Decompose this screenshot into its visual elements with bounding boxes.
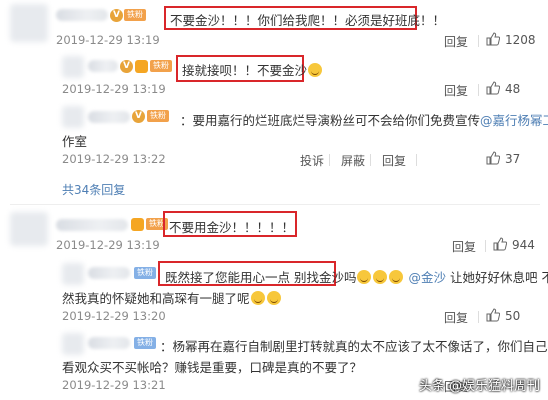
verified-icon: V (120, 60, 133, 73)
username[interactable] (56, 9, 108, 21)
comment-text: 不要用金沙！！！！！ (169, 220, 295, 235)
comment-text: 既然接了您能用心一点 别找金沙吗 @金沙 让她好好休息吧 不 (165, 267, 548, 286)
reply-button[interactable]: 回复 (382, 152, 406, 169)
mention-link[interactable]: @金沙 (408, 270, 446, 285)
divider (478, 84, 479, 96)
reply-count-link[interactable]: 共34条回复 (62, 181, 125, 198)
comment-text-content: ：要用嘉行的烂班底烂导演粉丝可不会给你们免费宣传 (180, 113, 481, 128)
divider (485, 240, 486, 252)
username[interactable] (88, 267, 130, 279)
thumbs-up-icon[interactable] (486, 151, 500, 165)
laugh-emoji-icon (373, 270, 388, 284)
divider (478, 311, 479, 323)
comment-text-line2: 然我真的怀疑她和高琛有一腿了呢 (62, 288, 282, 307)
member-icon (131, 218, 144, 231)
laugh-emoji-icon (266, 291, 281, 305)
fan-badge: 铁粉 (147, 110, 169, 122)
comment-text: ：要用嘉行的烂班底烂导演粉丝可不会给你们免费宣传@嘉行杨幂工 (180, 110, 548, 129)
like-count: 50 (505, 309, 521, 323)
like-count: 37 (505, 152, 521, 166)
avatar[interactable] (10, 212, 48, 246)
verified-icon: V (110, 9, 123, 22)
thumbs-up-icon[interactable] (493, 237, 507, 251)
divider (478, 35, 479, 47)
timestamp: 2019-12-29 13:21 (62, 378, 166, 392)
like-count: 944 (512, 238, 535, 252)
verified-icon: V (132, 110, 145, 123)
comment-text: 接就接呗！！不要金沙 (182, 60, 323, 79)
comment-text: 不要金沙！！！你们给我爬！！必须是好班底！！ (170, 13, 446, 28)
timestamp: 2019-12-29 13:19 (62, 82, 166, 96)
avatar[interactable] (62, 333, 84, 355)
username[interactable] (56, 219, 128, 231)
section-divider (10, 204, 540, 205)
timestamp: 2019-12-29 13:22 (62, 152, 166, 166)
laugh-emoji-icon (357, 270, 372, 284)
thumbs-up-icon[interactable] (486, 308, 500, 322)
report-button[interactable]: 投诉 (300, 152, 324, 169)
avatar[interactable] (62, 106, 84, 128)
divider (416, 154, 417, 166)
avatar[interactable] (62, 263, 84, 285)
fan-badge: 铁粉 (124, 9, 146, 21)
username[interactable] (88, 111, 130, 123)
like-count: 48 (505, 82, 521, 96)
comment-text-content: 然我真的怀疑她和高琛有一腿了呢 (62, 291, 250, 306)
avatar[interactable] (10, 4, 48, 42)
timestamp: 2019-12-29 13:19 (56, 33, 160, 47)
divider (370, 154, 371, 166)
thumbs-up-icon[interactable] (486, 81, 500, 95)
like-count: 1208 (505, 33, 536, 47)
username[interactable] (88, 60, 118, 72)
reply-button[interactable]: 回复 (444, 82, 468, 99)
block-button[interactable]: 屏蔽 (341, 152, 365, 169)
timestamp: 2019-12-29 13:19 (56, 238, 160, 252)
laugh-emoji-icon (250, 291, 265, 305)
watermark: 头条 @娱乐猛料周刊 (418, 379, 540, 394)
username[interactable] (88, 337, 130, 349)
comment-text: ：杨幂再在嘉行自制剧里打转就真的太不应该了太不像话了，你们自己掂量 (160, 339, 548, 354)
reply-button[interactable]: 回复 (444, 309, 468, 326)
laugh-emoji-icon (389, 270, 404, 284)
comment-text-content: 接就接呗！！不要金沙 (182, 63, 308, 78)
reply-button[interactable]: 回复 (444, 33, 468, 50)
reply-button[interactable]: 回复 (452, 238, 476, 255)
laugh-emoji-icon (308, 63, 323, 77)
avatar[interactable] (62, 56, 84, 78)
comment-text-line2: 看观众买不买帐哈？赚钱是重要，口碑是真的不要了？ (62, 360, 363, 375)
comment-text-rest: 让她好好休息吧 不 (449, 270, 548, 285)
comment-text-line2: 作室 (62, 134, 88, 149)
member-icon (135, 60, 148, 73)
timestamp: 2019-12-29 13:20 (62, 309, 166, 323)
fan-badge: 铁粉 (150, 60, 172, 72)
divider (329, 154, 330, 166)
mention-link[interactable]: @嘉行杨幂工 (480, 113, 548, 128)
comment-text-boxed: 既然接了您能用心一点 别找金沙吗 (165, 270, 357, 285)
fan-badge: 铁粉 (134, 337, 156, 349)
fan-badge: 铁粉 (134, 267, 156, 279)
thumbs-up-icon[interactable] (486, 32, 500, 46)
